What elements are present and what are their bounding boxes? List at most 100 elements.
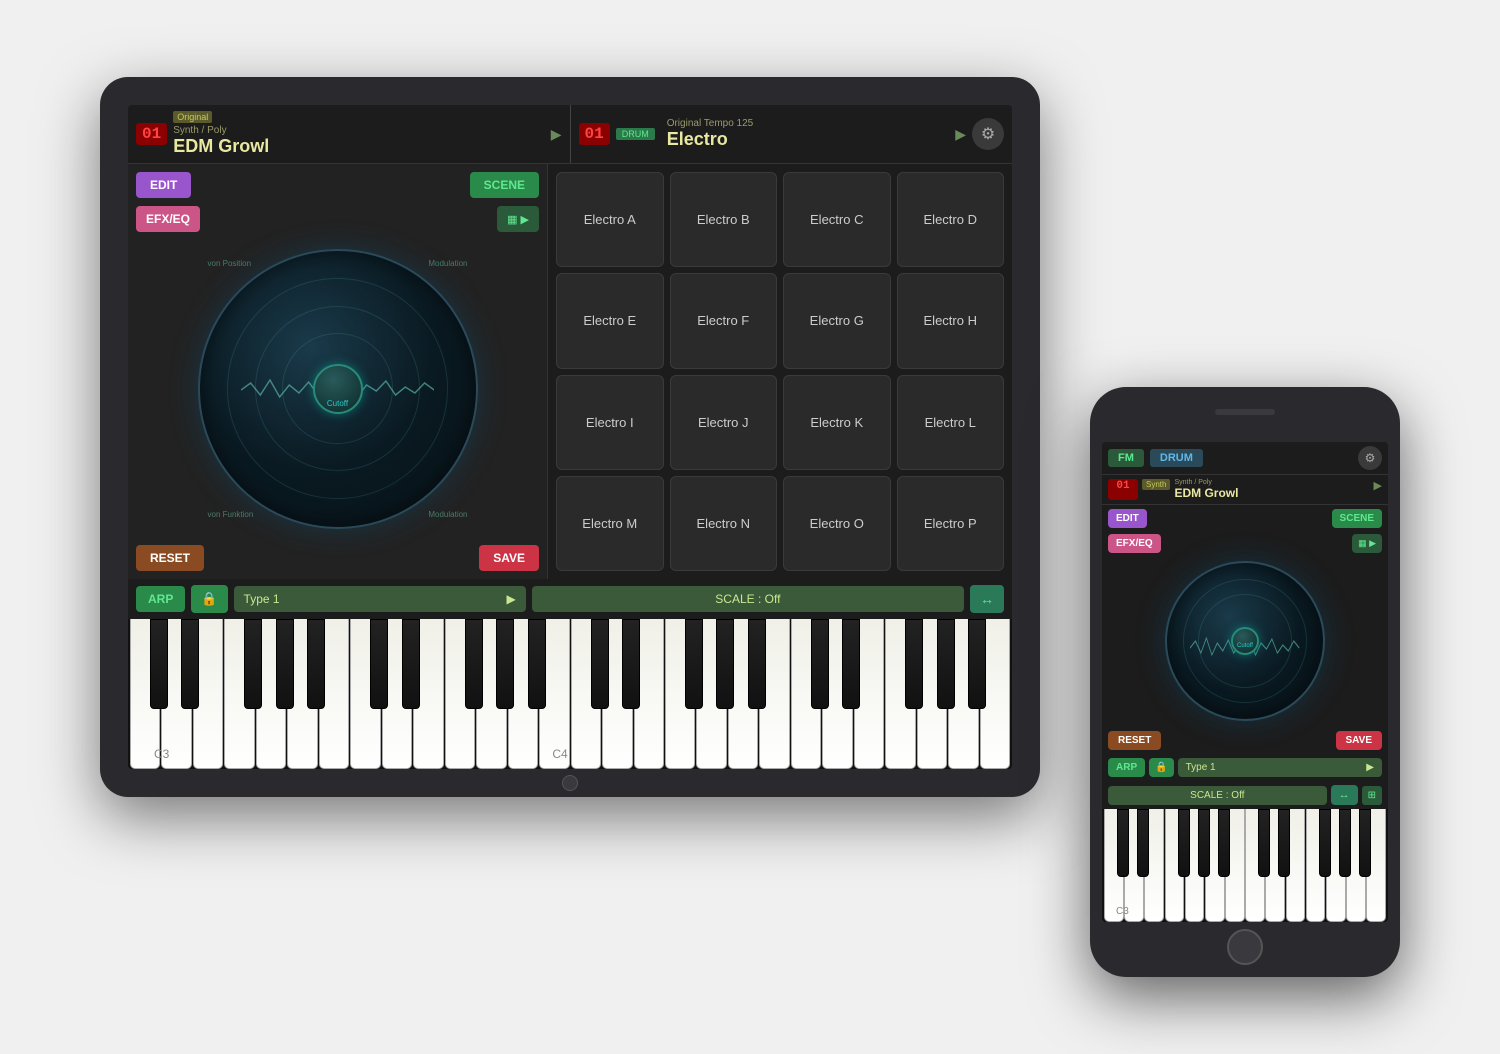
drum-pad-3[interactable]: Electro D: [897, 172, 1005, 267]
phone-reset-save-row: RESET SAVE: [1102, 727, 1388, 754]
phone-scene-button[interactable]: SCENE: [1332, 509, 1382, 528]
drum-nav-arrow[interactable]: ▶: [955, 126, 966, 143]
lock-button[interactable]: 🔒: [191, 585, 227, 613]
phone-xy-pad-container[interactable]: Cutoff: [1102, 555, 1388, 727]
efxeq-button[interactable]: EFX/EQ: [136, 206, 200, 232]
drum-pad-11[interactable]: Electro L: [897, 375, 1005, 470]
piano-black-key[interactable]: [370, 619, 388, 709]
phone-turntable[interactable]: Cutoff: [1165, 561, 1325, 721]
xy-label-topleft: von Position: [208, 259, 252, 268]
tablet-home-button[interactable]: [562, 775, 578, 791]
edit-button[interactable]: EDIT: [136, 172, 191, 198]
drum-pad-4[interactable]: Electro E: [556, 273, 664, 368]
scale-text: SCALE : Off: [715, 592, 780, 606]
drum-title: Electro: [667, 129, 946, 150]
drum-pad-6[interactable]: Electro G: [783, 273, 891, 368]
synth-header-info: Original Synth / Poly EDM Growl: [173, 111, 541, 157]
drum-pad-13[interactable]: Electro N: [670, 476, 778, 571]
piano-black-key[interactable]: [622, 619, 640, 709]
drum-tag: DRUM: [616, 128, 655, 140]
piano-black-key[interactable]: [402, 619, 420, 709]
piano-black-key[interactable]: [1278, 809, 1290, 877]
phone-home-button[interactable]: [1227, 929, 1263, 965]
phone-seq-button[interactable]: ▦ ▶: [1352, 534, 1382, 553]
piano-black-key[interactable]: [1178, 809, 1190, 877]
piano-black-key[interactable]: [1218, 809, 1230, 877]
piano-black-key[interactable]: [1258, 809, 1270, 877]
scene-button[interactable]: SCENE: [470, 172, 539, 198]
piano-black-key[interactable]: [685, 619, 703, 709]
phone-edit-button[interactable]: EDIT: [1108, 509, 1147, 528]
drum-pad-1[interactable]: Electro B: [670, 172, 778, 267]
drum-pad-0[interactable]: Electro A: [556, 172, 664, 267]
piano-black-key[interactable]: [937, 619, 955, 709]
piano-black-key[interactable]: [1359, 809, 1371, 877]
drum-pad-15[interactable]: Electro P: [897, 476, 1005, 571]
bottom-controls: ARP 🔒 Type 1 ▶ SCALE : Off ↔: [128, 579, 1012, 619]
phone-scale-row: SCALE : Off ↔ ⊞: [1102, 781, 1388, 809]
piano-black-key[interactable]: [244, 619, 262, 709]
phone-synth-info: Synth / Poly EDM Growl: [1174, 479, 1369, 500]
drum-pad-5[interactable]: Electro F: [670, 273, 778, 368]
phone-grid-button[interactable]: ⊞: [1362, 786, 1382, 805]
drum-pad-2[interactable]: Electro C: [783, 172, 891, 267]
arp-button[interactable]: ARP: [136, 586, 185, 612]
synth-nav-arrow[interactable]: ▶: [551, 126, 562, 143]
turntable-xy-pad[interactable]: von Position Modulation von Funktion Mod…: [198, 249, 478, 529]
phone-reset-button[interactable]: RESET: [1108, 731, 1161, 750]
piano-black-key[interactable]: [181, 619, 199, 709]
drum-pad-10[interactable]: Electro K: [783, 375, 891, 470]
piano-black-key[interactable]: [748, 619, 766, 709]
piano-black-key[interactable]: [307, 619, 325, 709]
phone-fm-tab[interactable]: FM: [1108, 449, 1144, 467]
arrows-button[interactable]: ↔: [970, 585, 1004, 613]
drum-pad-8[interactable]: Electro I: [556, 375, 664, 470]
xy-pad-container[interactable]: von Position Modulation von Funktion Mod…: [136, 240, 539, 537]
piano-black-key[interactable]: [1319, 809, 1331, 877]
piano-black-key[interactable]: [1339, 809, 1351, 877]
phone-save-button[interactable]: SAVE: [1336, 731, 1383, 750]
piano-black-key[interactable]: [905, 619, 923, 709]
piano-black-key[interactable]: [465, 619, 483, 709]
settings-button[interactable]: ⚙: [972, 118, 1004, 150]
piano-black-key[interactable]: [811, 619, 829, 709]
drum-pad-9[interactable]: Electro J: [670, 375, 778, 470]
xy-label-bottomleft: von Funktion: [208, 510, 254, 519]
piano-black-key[interactable]: [528, 619, 546, 709]
piano-keyboard[interactable]: C3 C4: [128, 619, 1012, 769]
phone-type-arrow: ▶: [1366, 762, 1374, 773]
type-selector[interactable]: Type 1 ▶: [234, 586, 526, 612]
synth-header: 01 Original Synth / Poly EDM Growl ▶: [128, 105, 571, 163]
phone-drum-tab[interactable]: DRUM: [1150, 449, 1203, 467]
piano-black-key[interactable]: [968, 619, 986, 709]
phone-lock-button[interactable]: 🔒: [1149, 758, 1173, 777]
phone-settings-button[interactable]: ⚙: [1358, 446, 1382, 470]
save-button[interactable]: SAVE: [479, 545, 539, 571]
drum-pad-12[interactable]: Electro M: [556, 476, 664, 571]
c3-label: C3: [154, 747, 169, 761]
drum-pad-14[interactable]: Electro O: [783, 476, 891, 571]
phone-type-selector[interactable]: Type 1 ▶: [1178, 758, 1382, 777]
phone-piano[interactable]: C3: [1102, 809, 1388, 922]
phone-nav-arrow[interactable]: ▶: [1374, 479, 1382, 500]
reset-button[interactable]: RESET: [136, 545, 204, 571]
piano-black-key[interactable]: [842, 619, 860, 709]
piano-black-key[interactable]: [496, 619, 514, 709]
piano-black-key[interactable]: [716, 619, 734, 709]
phone-cutoff-label: Cutoff: [1237, 643, 1253, 649]
phone-cutoff-knob[interactable]: Cutoff: [1231, 627, 1259, 655]
piano-black-key[interactable]: [276, 619, 294, 709]
phone-bottom-controls: ARP 🔒 Type 1 ▶: [1102, 754, 1388, 781]
phone-arp-button[interactable]: ARP: [1108, 758, 1145, 777]
piano-black-key[interactable]: [1198, 809, 1210, 877]
drum-seg-display: 01: [579, 123, 610, 145]
piano-black-key[interactable]: [1117, 809, 1129, 877]
drum-pad-7[interactable]: Electro H: [897, 273, 1005, 368]
phone-efxeq-button[interactable]: EFX/EQ: [1108, 534, 1161, 553]
seq-button[interactable]: ▦ ▶: [497, 206, 539, 232]
cutoff-knob[interactable]: Cutoff: [313, 364, 363, 414]
piano-black-key[interactable]: [1137, 809, 1149, 877]
piano-black-key[interactable]: [591, 619, 609, 709]
piano-black-key[interactable]: [150, 619, 168, 709]
phone-arrows-button[interactable]: ↔: [1331, 785, 1358, 805]
